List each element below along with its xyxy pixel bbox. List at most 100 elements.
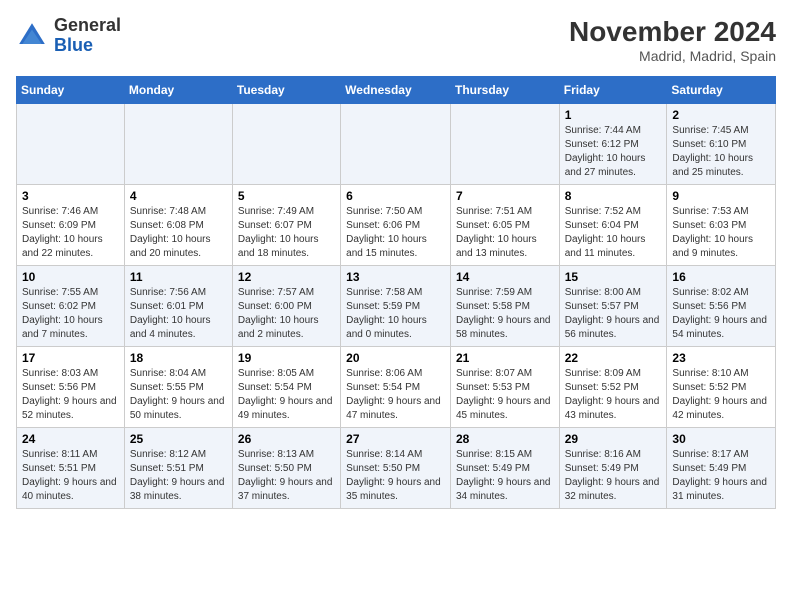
- calendar-cell: 7Sunrise: 7:51 AM Sunset: 6:05 PM Daylig…: [450, 185, 559, 266]
- day-info: Sunrise: 8:09 AM Sunset: 5:52 PM Dayligh…: [565, 367, 662, 423]
- calendar-cell: [232, 104, 340, 185]
- day-info: Sunrise: 7:52 AM Sunset: 6:04 PM Dayligh…: [565, 205, 662, 261]
- calendar-cell: [124, 104, 232, 185]
- day-info: Sunrise: 8:06 AM Sunset: 5:54 PM Dayligh…: [346, 367, 445, 423]
- calendar-cell: 18Sunrise: 8:04 AM Sunset: 5:55 PM Dayli…: [124, 347, 232, 428]
- day-header: Wednesday: [341, 77, 451, 104]
- logo-blue: Blue: [54, 35, 93, 55]
- calendar-cell: 24Sunrise: 8:11 AM Sunset: 5:51 PM Dayli…: [17, 428, 125, 509]
- title-block: November 2024 Madrid, Madrid, Spain: [569, 16, 776, 64]
- day-info: Sunrise: 8:11 AM Sunset: 5:51 PM Dayligh…: [22, 448, 119, 504]
- day-number: 15: [565, 270, 662, 284]
- calendar-cell: 5 Sunrise: 7:49 AM Sunset: 6:07 PM Daylig…: [232, 185, 340, 266]
- calendar-week-row: 17 Sunrise: 8:03 AM Sunset: 5:56 PM Dayli…: [17, 347, 776, 428]
- day-header: Friday: [559, 77, 667, 104]
- calendar-cell: 17 Sunrise: 8:03 AM Sunset: 5:56 PM Dayli…: [17, 347, 125, 428]
- day-info: Sunrise: 8:02 AM Sunset: 5:56 PM Dayligh…: [672, 286, 770, 342]
- calendar-week-row: 10Sunrise: 7:55 AM Sunset: 6:02 PM Dayli…: [17, 266, 776, 347]
- day-number: 4: [130, 189, 227, 203]
- day-header: Thursday: [450, 77, 559, 104]
- day-info: Sunrise: 7:46 AM Sunset: 6:09 PM Dayligh…: [22, 205, 119, 261]
- day-header: Tuesday: [232, 77, 340, 104]
- day-number: 6: [346, 189, 445, 203]
- calendar-cell: 3 Sunrise: 7:46 AM Sunset: 6:09 PM Daylig…: [17, 185, 125, 266]
- calendar-week-row: 24Sunrise: 8:11 AM Sunset: 5:51 PM Dayli…: [17, 428, 776, 509]
- day-info: Sunrise: 8:00 AM Sunset: 5:57 PM Dayligh…: [565, 286, 662, 342]
- calendar-cell: 12 Sunrise: 7:57 AM Sunset: 6:00 PM Dayli…: [232, 266, 340, 347]
- day-info: Sunrise: 7:56 AM Sunset: 6:01 PM Dayligh…: [130, 286, 227, 342]
- day-info: Sunrise: 7:49 AM Sunset: 6:07 PM Dayligh…: [238, 205, 335, 261]
- day-info: Sunrise: 8:07 AM Sunset: 5:53 PM Dayligh…: [456, 367, 554, 423]
- calendar-cell: 11Sunrise: 7:56 AM Sunset: 6:01 PM Dayli…: [124, 266, 232, 347]
- day-info: Sunrise: 7:55 AM Sunset: 6:02 PM Dayligh…: [22, 286, 119, 342]
- calendar-cell: 13Sunrise: 7:58 AM Sunset: 5:59 PM Dayli…: [341, 266, 451, 347]
- calendar-header-row: SundayMondayTuesdayWednesdayThursdayFrid…: [17, 77, 776, 104]
- day-number: 17: [22, 351, 119, 365]
- calendar-cell: [17, 104, 125, 185]
- day-info: Sunrise: 8:13 AM Sunset: 5:50 PM Dayligh…: [238, 448, 335, 504]
- logo: General Blue: [16, 16, 121, 56]
- calendar-cell: 6 Sunrise: 7:50 AM Sunset: 6:06 PM Daylig…: [341, 185, 451, 266]
- calendar-cell: 30Sunrise: 8:17 AM Sunset: 5:49 PM Dayli…: [667, 428, 776, 509]
- calendar-cell: 22 Sunrise: 8:09 AM Sunset: 5:52 PM Dayli…: [559, 347, 667, 428]
- day-number: 26: [238, 432, 335, 446]
- day-number: 25: [130, 432, 227, 446]
- calendar-cell: 4 Sunrise: 7:48 AM Sunset: 6:08 PM Daylig…: [124, 185, 232, 266]
- calendar-cell: 19Sunrise: 8:05 AM Sunset: 5:54 PM Dayli…: [232, 347, 340, 428]
- day-info: Sunrise: 7:48 AM Sunset: 6:08 PM Dayligh…: [130, 205, 227, 261]
- day-info: Sunrise: 7:59 AM Sunset: 5:58 PM Dayligh…: [456, 286, 554, 342]
- calendar-cell: 20Sunrise: 8:06 AM Sunset: 5:54 PM Dayli…: [341, 347, 451, 428]
- day-info: Sunrise: 8:03 AM Sunset: 5:56 PM Dayligh…: [22, 367, 119, 423]
- day-header: Sunday: [17, 77, 125, 104]
- day-header: Saturday: [667, 77, 776, 104]
- day-number: 16: [672, 270, 770, 284]
- calendar-table: SundayMondayTuesdayWednesdayThursdayFrid…: [16, 76, 776, 509]
- day-number: 21: [456, 351, 554, 365]
- day-number: 22: [565, 351, 662, 365]
- day-info: Sunrise: 8:17 AM Sunset: 5:49 PM Dayligh…: [672, 448, 770, 504]
- calendar-cell: 29 Sunrise: 8:16 AM Sunset: 5:49 PM Dayli…: [559, 428, 667, 509]
- day-info: Sunrise: 8:04 AM Sunset: 5:55 PM Dayligh…: [130, 367, 227, 423]
- day-info: Sunrise: 8:14 AM Sunset: 5:50 PM Dayligh…: [346, 448, 445, 504]
- calendar-cell: 21 Sunrise: 8:07 AM Sunset: 5:53 PM Dayli…: [450, 347, 559, 428]
- calendar-week-row: 3 Sunrise: 7:46 AM Sunset: 6:09 PM Daylig…: [17, 185, 776, 266]
- calendar-cell: 15 Sunrise: 8:00 AM Sunset: 5:57 PM Dayli…: [559, 266, 667, 347]
- calendar-cell: 1 Sunrise: 7:44 AM Sunset: 6:12 PM Daylig…: [559, 104, 667, 185]
- day-number: 27: [346, 432, 445, 446]
- day-info: Sunrise: 8:10 AM Sunset: 5:52 PM Dayligh…: [672, 367, 770, 423]
- month-year: November 2024: [569, 16, 776, 48]
- location: Madrid, Madrid, Spain: [569, 48, 776, 64]
- day-number: 9: [672, 189, 770, 203]
- day-info: Sunrise: 7:45 AM Sunset: 6:10 PM Dayligh…: [672, 124, 770, 180]
- calendar-cell: 28 Sunrise: 8:15 AM Sunset: 5:49 PM Dayli…: [450, 428, 559, 509]
- day-info: Sunrise: 7:44 AM Sunset: 6:12 PM Dayligh…: [565, 124, 662, 180]
- day-number: 3: [22, 189, 119, 203]
- day-number: 19: [238, 351, 335, 365]
- day-number: 29: [565, 432, 662, 446]
- calendar-cell: 16 Sunrise: 8:02 AM Sunset: 5:56 PM Dayli…: [667, 266, 776, 347]
- day-number: 8: [565, 189, 662, 203]
- calendar-cell: 27 Sunrise: 8:14 AM Sunset: 5:50 PM Dayli…: [341, 428, 451, 509]
- logo-text: General Blue: [54, 16, 121, 56]
- day-info: Sunrise: 7:53 AM Sunset: 6:03 PM Dayligh…: [672, 205, 770, 261]
- day-info: Sunrise: 7:51 AM Sunset: 6:05 PM Dayligh…: [456, 205, 554, 261]
- day-number: 28: [456, 432, 554, 446]
- calendar-cell: 10Sunrise: 7:55 AM Sunset: 6:02 PM Dayli…: [17, 266, 125, 347]
- day-info: Sunrise: 8:15 AM Sunset: 5:49 PM Dayligh…: [456, 448, 554, 504]
- day-number: 12: [238, 270, 335, 284]
- calendar-cell: 8 Sunrise: 7:52 AM Sunset: 6:04 PM Daylig…: [559, 185, 667, 266]
- day-number: 1: [565, 108, 662, 122]
- day-number: 14: [456, 270, 554, 284]
- day-info: Sunrise: 7:57 AM Sunset: 6:00 PM Dayligh…: [238, 286, 335, 342]
- calendar-cell: 2Sunrise: 7:45 AM Sunset: 6:10 PM Daylig…: [667, 104, 776, 185]
- day-info: Sunrise: 8:16 AM Sunset: 5:49 PM Dayligh…: [565, 448, 662, 504]
- day-info: Sunrise: 7:50 AM Sunset: 6:06 PM Dayligh…: [346, 205, 445, 261]
- logo-general: General: [54, 15, 121, 35]
- calendar-cell: 25Sunrise: 8:12 AM Sunset: 5:51 PM Dayli…: [124, 428, 232, 509]
- calendar-cell: 23Sunrise: 8:10 AM Sunset: 5:52 PM Dayli…: [667, 347, 776, 428]
- logo-icon: [16, 20, 48, 52]
- calendar-cell: [450, 104, 559, 185]
- calendar-cell: 9 Sunrise: 7:53 AM Sunset: 6:03 PM Daylig…: [667, 185, 776, 266]
- calendar-cell: 14 Sunrise: 7:59 AM Sunset: 5:58 PM Dayli…: [450, 266, 559, 347]
- day-number: 5: [238, 189, 335, 203]
